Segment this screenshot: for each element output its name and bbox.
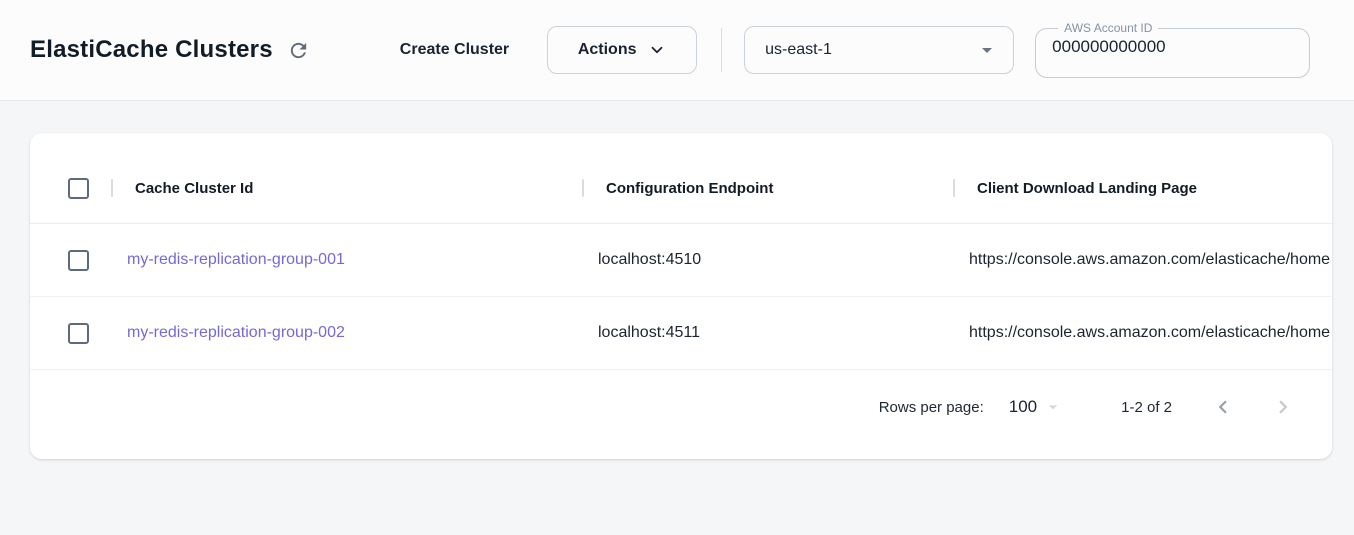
column-header-label: Configuration Endpoint: [606, 180, 773, 197]
cell-cluster-id: my-redis-replication-group-002: [113, 324, 584, 342]
column-header-label: Cache Cluster Id: [135, 180, 253, 197]
refresh-button[interactable]: [283, 35, 314, 66]
actions-button[interactable]: Actions: [547, 26, 697, 74]
table-footer: Rows per page: 100 1-2 of 2: [30, 370, 1332, 459]
aws-account-id-input[interactable]: [1052, 37, 1293, 57]
create-cluster-button[interactable]: Create Cluster: [396, 33, 513, 67]
header-checkbox-cell: [30, 153, 113, 223]
aws-account-id-label: AWS Account ID: [1058, 22, 1158, 34]
cell-landing-page: https://console.aws.amazon.com/elasticac…: [955, 324, 1332, 342]
table-header-row: Cache Cluster Id Configuration Endpoint …: [30, 153, 1332, 224]
row-checkbox-cell: [30, 297, 113, 369]
region-select[interactable]: us-east-1: [744, 26, 1014, 74]
refresh-icon: [287, 39, 310, 62]
region-select-value: us-east-1: [765, 41, 975, 59]
table-row: my-redis-replication-group-002 localhost…: [30, 297, 1332, 370]
chevron-left-icon: [1210, 394, 1236, 420]
dropdown-arrow-icon: [1043, 397, 1063, 417]
chevron-right-icon: [1270, 394, 1296, 420]
row-checkbox[interactable]: [68, 250, 89, 271]
column-header-endpoint[interactable]: Configuration Endpoint: [584, 153, 955, 223]
page-title: ElastiCache Clusters: [30, 36, 273, 64]
cluster-link[interactable]: my-redis-replication-group-001: [127, 251, 345, 268]
table-row: my-redis-replication-group-001 localhost…: [30, 224, 1332, 297]
row-checkbox[interactable]: [68, 323, 89, 344]
rows-per-page-label: Rows per page:: [879, 399, 984, 416]
previous-page-button[interactable]: [1210, 394, 1236, 420]
header-divider: [721, 28, 722, 72]
column-header-label: Client Download Landing Page: [977, 180, 1197, 197]
chevron-down-icon: [648, 41, 666, 59]
select-all-checkbox[interactable]: [68, 178, 89, 199]
rows-per-page-select[interactable]: 100: [1009, 397, 1063, 417]
title-wrap: ElastiCache Clusters: [30, 35, 314, 66]
cell-endpoint: localhost:4511: [584, 324, 955, 342]
page-header: ElastiCache Clusters Create Cluster Acti…: [0, 0, 1354, 101]
pagination-range-label: 1-2 of 2: [1121, 399, 1172, 416]
aws-account-id-field: AWS Account ID: [1035, 22, 1310, 78]
column-header-cluster-id[interactable]: Cache Cluster Id: [113, 153, 584, 223]
rows-per-page-value: 100: [1009, 397, 1037, 417]
main-content: Cache Cluster Id Configuration Endpoint …: [0, 101, 1354, 459]
actions-button-label: Actions: [578, 41, 637, 59]
next-page-button[interactable]: [1270, 394, 1296, 420]
cluster-link[interactable]: my-redis-replication-group-002: [127, 324, 345, 341]
clusters-table-card: Cache Cluster Id Configuration Endpoint …: [30, 133, 1332, 459]
cell-endpoint: localhost:4510: [584, 251, 955, 269]
row-checkbox-cell: [30, 224, 113, 296]
cell-cluster-id: my-redis-replication-group-001: [113, 251, 584, 269]
dropdown-arrow-icon: [975, 38, 999, 62]
column-header-landing-page[interactable]: Client Download Landing Page: [955, 153, 1332, 223]
cell-landing-page: https://console.aws.amazon.com/elasticac…: [955, 251, 1332, 269]
